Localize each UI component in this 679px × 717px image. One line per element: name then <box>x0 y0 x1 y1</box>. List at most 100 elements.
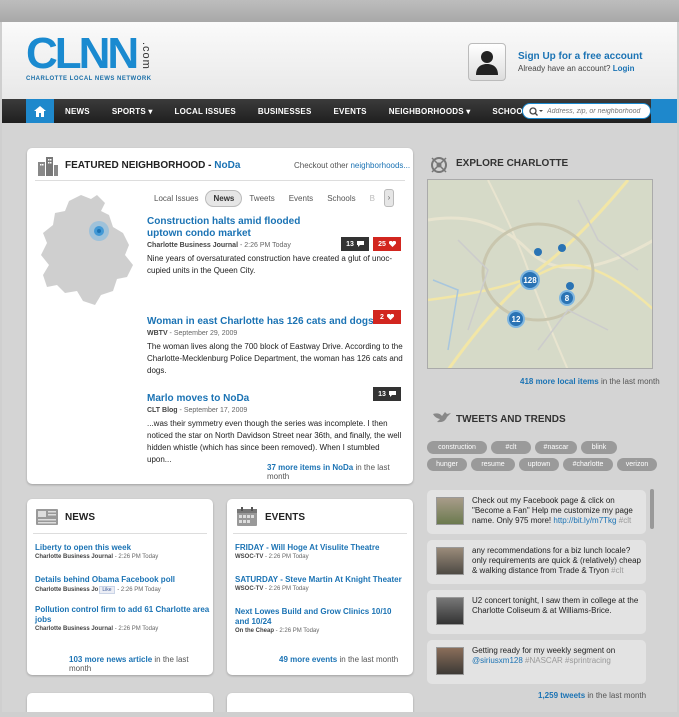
story-source-name: CLT Blog <box>147 407 178 414</box>
heart-icon <box>388 241 396 247</box>
trend-tag[interactable]: resume <box>471 458 515 471</box>
explore-map[interactable]: 128 8 12 <box>427 179 653 369</box>
comment-count-badge[interactable]: 13 <box>373 387 401 401</box>
tabs-scroll-right-icon[interactable]: › <box>384 189 394 207</box>
event-item-title[interactable]: Next Lowes Build and Grow Clinics 10/10 … <box>235 607 395 627</box>
story-source-name: WBTV <box>147 330 168 337</box>
trend-tag[interactable]: #nascar <box>535 441 577 454</box>
bottom-panel <box>227 693 413 712</box>
tweet-item[interactable]: Check out my Facebook page & click on "B… <box>427 490 646 534</box>
event-source-name: On the Cheap <box>235 628 275 634</box>
featured-more-link[interactable]: 37 more items in NoDa <box>267 463 353 472</box>
tab-tweets[interactable]: Tweets <box>242 191 281 206</box>
tab-schools[interactable]: Schools <box>320 191 362 206</box>
story-title[interactable]: Marlo moves to NoDa <box>147 393 403 405</box>
map-marker[interactable]: 8 <box>559 290 575 306</box>
trend-tag[interactable]: verizon <box>617 458 657 471</box>
tab-news[interactable]: News <box>205 189 243 207</box>
trend-tags: construction #clt #nascar blink hunger r… <box>427 441 659 471</box>
news-item: Pollution control firm to add 61 Charlot… <box>35 605 211 632</box>
tweet-item[interactable]: U2 concert tonight, I saw them in colleg… <box>427 590 646 634</box>
events-more-link[interactable]: 49 more events <box>279 655 337 664</box>
browser-top-bar <box>0 0 679 22</box>
login-link[interactable]: Login <box>613 64 635 73</box>
search-icon[interactable] <box>529 106 543 116</box>
tweet-link[interactable]: @siriusxm128 <box>472 656 523 665</box>
trend-tag[interactable]: #clt <box>491 441 531 454</box>
neighborhood-map-icon[interactable] <box>39 193 139 308</box>
search-input[interactable] <box>547 107 647 115</box>
local-more-suffix: in the last month <box>598 377 660 386</box>
like-count: 25 <box>378 240 386 248</box>
logo-text: CLNN <box>26 29 139 78</box>
story-title[interactable]: Construction halts amid flooded uptown c… <box>147 216 337 240</box>
news-item-source: Charlotte Business Jo Like - 2:26 PM Toda… <box>35 586 211 594</box>
user-avatar-icon[interactable] <box>468 43 506 81</box>
tweet-avatar[interactable] <box>436 597 464 625</box>
like-count: 2 <box>380 313 384 321</box>
event-item: SATURDAY - Steve Martin At Knight Theate… <box>235 575 411 592</box>
tweet-tag[interactable]: #NASCAR #sprintracing <box>523 656 611 665</box>
logo-letters: CLNN <box>26 29 152 78</box>
local-more-link[interactable]: 418 more local items <box>520 377 599 386</box>
story-item: Woman in east Charlotte has 126 cats and… <box>147 316 403 377</box>
comment-count-badge[interactable]: 13 <box>341 237 369 251</box>
tweet-item[interactable]: Getting ready for my weekly segment on @… <box>427 640 646 684</box>
trend-tag[interactable]: blink <box>581 441 617 454</box>
story-source-name: Charlotte Business Journal <box>147 242 239 249</box>
home-icon[interactable] <box>26 99 54 123</box>
story-body: The woman lives along the 700 block of E… <box>147 342 403 375</box>
newspaper-icon <box>36 509 58 525</box>
featured-neighborhood-name[interactable]: NoDa <box>214 160 240 171</box>
tweet-link[interactable]: http://bit.ly/m7Tkg <box>553 516 616 525</box>
featured-tabs: Local Issues News Tweets Events Schools … <box>147 189 394 207</box>
tweet-avatar[interactable] <box>436 497 464 525</box>
nav-item-local-issues[interactable]: LOCAL ISSUES <box>164 107 247 116</box>
tweet-avatar[interactable] <box>436 647 464 675</box>
story-title[interactable]: Woman in east Charlotte has 126 cats and… <box>147 316 403 328</box>
signup-link[interactable]: Sign Up for a free account <box>518 51 642 62</box>
tweet-tag[interactable]: #clt <box>617 516 631 525</box>
story-time: - September 29, 2009 <box>167 330 238 337</box>
tab-local-issues[interactable]: Local Issues <box>147 191 205 206</box>
news-more-link[interactable]: 103 more news article <box>69 655 152 664</box>
facebook-like-button[interactable]: Like <box>99 586 115 594</box>
news-item-title[interactable]: Liberty to open this week <box>35 543 211 553</box>
nav-item-events[interactable]: EVENTS <box>323 107 378 116</box>
account-text: Already have an account? Login <box>518 64 635 73</box>
tweet-tag[interactable]: #clt <box>609 566 623 575</box>
nav-item-news[interactable]: NEWS <box>54 107 101 116</box>
story-time: - September 17, 2009 <box>177 407 248 414</box>
news-panel: NEWS Liberty to open this week Charlotte… <box>27 499 213 675</box>
event-item-title[interactable]: FRIDAY - Will Hoge At Visulite Theatre <box>235 543 411 553</box>
nav-item-sports[interactable]: SPORTS ▾ <box>101 107 164 116</box>
nav-item-businesses[interactable]: BUSINESSES <box>247 107 323 116</box>
news-item-title[interactable]: Pollution control firm to add 61 Charlot… <box>35 605 211 625</box>
tweet-item[interactable]: any recommendations for a biz lunch loca… <box>427 540 646 584</box>
trend-tag[interactable]: hunger <box>427 458 467 471</box>
tweet-avatar[interactable] <box>436 547 464 575</box>
trend-tag[interactable]: construction <box>427 441 487 454</box>
event-time: - 2:26 PM Today <box>263 554 309 560</box>
neighborhoods-link[interactable]: neighborhoods... <box>350 161 410 170</box>
comment-icon <box>356 241 364 247</box>
tweets-more-link[interactable]: 1,259 tweets <box>538 691 585 700</box>
like-count-badge[interactable]: 2 <box>373 310 401 324</box>
tab-events[interactable]: Events <box>282 191 320 206</box>
news-item-title[interactable]: Details behind Obama Facebook poll <box>35 575 211 585</box>
trend-tag[interactable]: uptown <box>519 458 559 471</box>
logo-com: .com <box>140 42 152 70</box>
site-logo[interactable]: CLNN CHARLOTTE LOCAL NEWS NETWORK <box>26 29 152 83</box>
news-item: Liberty to open this week Charlotte Busi… <box>35 543 211 560</box>
tweets-scrollbar[interactable] <box>650 489 654 529</box>
tweet-text: Getting ready for my weekly segment on @… <box>472 646 642 666</box>
like-count-badge[interactable]: 25 <box>373 237 401 251</box>
map-marker[interactable]: 12 <box>507 310 525 328</box>
featured-more: 37 more items in NoDa in the last month <box>267 463 413 481</box>
tab-b[interactable]: B <box>363 191 382 206</box>
nav-item-neighborhoods[interactable]: NEIGHBORHOODS ▾ <box>378 107 482 116</box>
map-marker[interactable]: 128 <box>520 270 540 290</box>
story-time: - 2:26 PM Today <box>238 242 291 249</box>
trend-tag[interactable]: #charlotte <box>563 458 613 471</box>
event-item-title[interactable]: SATURDAY - Steve Martin At Knight Theate… <box>235 575 411 585</box>
